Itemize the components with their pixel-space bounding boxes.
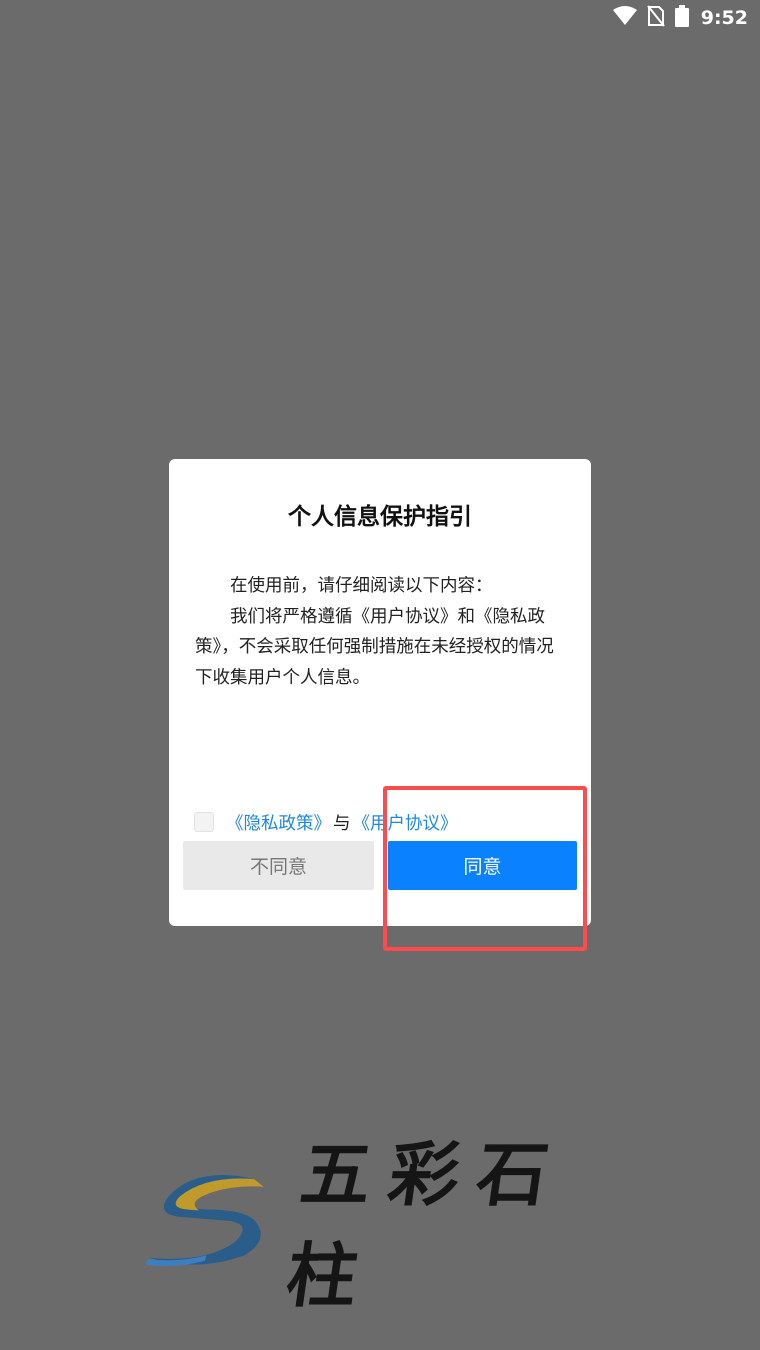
dialog-body: 在使用前，请仔细阅读以下内容： 我们将严格遵循《用户协议》和《隐私政策》，不会采…: [195, 571, 567, 693]
privacy-dialog: 个人信息保护指引 在使用前，请仔细阅读以下内容： 我们将严格遵循《用户协议》和《…: [169, 459, 591, 926]
privacy-policy-link[interactable]: 《隐私政策》: [226, 810, 331, 835]
conjunction-text: 与: [333, 813, 351, 834]
status-time: 9:52: [700, 7, 748, 29]
app-logo: 五彩石柱: [140, 1133, 630, 1317]
logo-text: 五彩石柱: [281, 1133, 572, 1317]
policy-paragraph: 我们将严格遵循《用户协议》和《隐私政策》，不会采取任何强制措施在未经授权的情况下…: [195, 606, 554, 688]
user-agreement-link[interactable]: 《用户协议》: [353, 810, 458, 835]
consent-checkbox[interactable]: [194, 812, 214, 832]
battery-icon: [674, 5, 689, 31]
intro-paragraph: 在使用前，请仔细阅读以下内容：: [230, 576, 493, 596]
dialog-title: 个人信息保护指引: [288, 504, 472, 530]
no-sim-icon: [646, 5, 665, 31]
consent-row: 《隐私政策》 与 《用户协议》: [194, 809, 458, 835]
agree-button[interactable]: 同意: [388, 841, 577, 890]
status-bar: 9:52: [0, 0, 760, 36]
wifi-icon: [612, 6, 637, 30]
logo-swirl-icon: [145, 1175, 264, 1266]
disagree-button[interactable]: 不同意: [183, 841, 374, 890]
